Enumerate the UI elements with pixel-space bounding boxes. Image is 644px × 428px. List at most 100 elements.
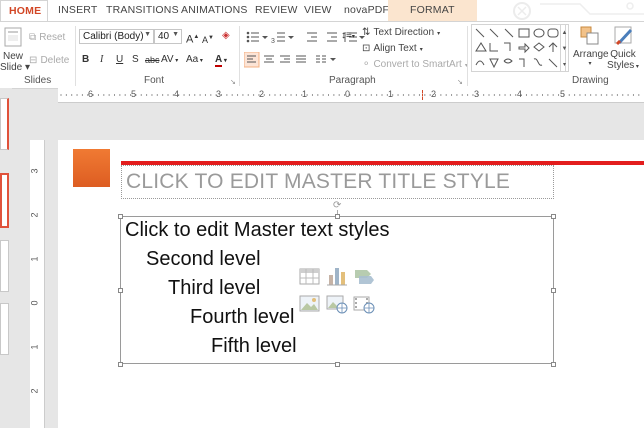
ruler-label: 2 — [29, 212, 40, 218]
resize-handle[interactable] — [551, 288, 556, 293]
slide-thumbnail-pane — [0, 88, 12, 428]
resize-handle[interactable] — [335, 362, 340, 367]
slide-thumbnail[interactable] — [0, 240, 9, 292]
new-slide-label: New — [2, 51, 23, 62]
shapes-gallery[interactable] — [471, 24, 566, 72]
strikethrough-button[interactable]: abc — [145, 53, 160, 67]
tab-animations[interactable]: ANIMATIONS — [181, 4, 248, 16]
chevron-down-icon: ▼ — [144, 31, 151, 38]
font-size-value: 40 — [158, 31, 170, 42]
tab-home[interactable]: HOME — [0, 0, 48, 22]
ruler-label: 2 — [29, 388, 40, 394]
resize-handle[interactable] — [118, 362, 123, 367]
svg-text:3: 3 — [271, 38, 275, 44]
insert-chart-icon[interactable] — [326, 265, 348, 287]
new-slide-button[interactable]: New Slide ▾ — [0, 51, 30, 73]
ruler-label: 1 — [388, 89, 394, 99]
tab-review[interactable]: REVIEW — [255, 4, 298, 16]
smartart-icon: ⚬ — [362, 59, 371, 70]
body-level-5: Fifth level — [211, 335, 297, 357]
change-case-label: Aa — [186, 54, 199, 65]
insert-video-icon[interactable] — [353, 294, 375, 314]
chevron-down-icon: ▾ — [419, 47, 423, 53]
resize-handle[interactable] — [118, 288, 123, 293]
align-text-label: Align Text — [373, 43, 417, 54]
align-text-icon: ⊡ — [362, 43, 371, 54]
arrange-icon — [580, 26, 599, 45]
reset-label: Reset — [39, 32, 66, 43]
resize-handle[interactable] — [335, 214, 340, 219]
title-placeholder-text: CLICK TO EDIT MASTER TITLE STYLE — [126, 170, 511, 193]
ruler-label: 2 — [431, 89, 437, 99]
gallery-scroll[interactable]: ▲ ▼ ▾ — [560, 24, 569, 72]
increase-font-size-button[interactable]: A▲ — [186, 30, 199, 47]
align-text-button[interactable]: ⊡ Align Text ▾ — [362, 42, 423, 54]
ruler-label: 5 — [560, 89, 566, 99]
tab-view[interactable]: VIEW — [304, 4, 332, 16]
convert-to-smartart-button[interactable]: ⚬ Convert to SmartArt ▾ — [362, 58, 468, 70]
ribbon: New Slide ▾ ⧉ Reset ⊟ Delete Slides Cali… — [0, 21, 644, 89]
ruler-label: 0 — [345, 89, 351, 99]
tab-format[interactable]: FORMAT — [388, 0, 477, 21]
ruler-indent-marker[interactable] — [422, 90, 424, 100]
tab-insert[interactable]: INSERT — [58, 4, 98, 16]
character-spacing-label: AV — [161, 54, 174, 65]
ruler-label: 3 — [474, 89, 480, 99]
ruler-label: 5 — [131, 89, 137, 99]
resize-handle[interactable] — [118, 214, 123, 219]
clear-formatting-icon[interactable]: ◈ — [222, 29, 230, 43]
slide-canvas[interactable]: CLICK TO EDIT MASTER TITLE STYLE ⟳ Click… — [58, 140, 644, 428]
bold-button[interactable]: B — [82, 53, 89, 67]
reset-button[interactable]: ⧉ Reset — [29, 31, 65, 43]
insert-picture-icon[interactable] — [299, 294, 321, 314]
decrease-font-size-button[interactable]: A▼ — [202, 31, 214, 47]
decorative-circuit-icon — [513, 2, 644, 20]
body-level-1: Click to edit Master text styles — [125, 219, 390, 241]
chevron-down-icon: ▾ — [588, 61, 592, 67]
ruler-label: 4 — [174, 89, 180, 99]
insert-online-picture-icon[interactable] — [326, 294, 348, 314]
tab-novapdf[interactable]: novaPDF — [344, 4, 389, 16]
slide-thumbnail[interactable] — [0, 303, 9, 355]
font-name-combo[interactable]: Calibri (Body) ▼ — [79, 29, 154, 44]
text-direction-button[interactable]: ⇅ Text Direction ▾ — [362, 26, 440, 38]
ruler-label: 0 — [29, 300, 40, 306]
quick-styles-button[interactable]: Quick Styles ▾ — [606, 49, 640, 71]
title-placeholder[interactable]: CLICK TO EDIT MASTER TITLE STYLE — [121, 165, 554, 199]
reset-icon: ⧉ — [29, 32, 37, 43]
font-size-combo[interactable]: 40 ▼ — [154, 29, 182, 44]
ruler-ticks — [60, 94, 640, 96]
ruler-label: 1 — [302, 89, 308, 99]
vertical-ruler: 3 2 1 0 1 2 — [30, 140, 45, 428]
ribbon-tab-bar: HOME INSERT TRANSITIONS ANIMATIONS REVIE… — [0, 0, 644, 22]
quick-styles-label-2: Styles ▾ — [607, 60, 639, 71]
resize-handle[interactable] — [551, 214, 556, 219]
font-color-button[interactable]: A ▾ — [215, 53, 227, 68]
tab-transitions[interactable]: TRANSITIONS — [106, 4, 179, 16]
ruler-label: 3 — [216, 89, 222, 99]
underline-button[interactable]: U — [116, 53, 123, 67]
delete-button[interactable]: ⊟ Delete — [29, 54, 69, 66]
ruler-label: 1 — [29, 256, 40, 262]
ruler-label: 2 — [259, 89, 265, 99]
change-case-button[interactable]: Aa ▾ — [186, 53, 203, 68]
convert-to-smartart-label: Convert to SmartArt — [373, 59, 462, 70]
group-separator — [467, 26, 468, 86]
insert-smartart-icon[interactable] — [353, 267, 375, 287]
alignment-buttons-row — [244, 52, 336, 68]
slide-thumbnail-selected[interactable] — [0, 173, 9, 228]
paragraph-group-label: Paragraph — [329, 75, 376, 86]
ruler-label: 6 — [88, 89, 94, 99]
body-level-2: Second level — [146, 248, 261, 270]
arrange-button[interactable]: Arrange ▾ — [573, 49, 609, 67]
chevron-down-icon: ▾ — [437, 31, 441, 37]
shadow-button[interactable]: S — [132, 53, 139, 67]
character-spacing-button[interactable]: AV ▾ — [161, 53, 178, 68]
body-placeholder[interactable]: Click to edit Master text styles Second … — [120, 216, 554, 364]
text-direction-icon: ⇅ — [362, 27, 371, 38]
slide-thumbnail[interactable] — [0, 98, 9, 150]
italic-button[interactable]: I — [100, 53, 103, 67]
insert-table-icon[interactable] — [299, 267, 321, 287]
line-spacing-button[interactable]: ↕≡▾ — [341, 29, 355, 44]
resize-handle[interactable] — [551, 362, 556, 367]
